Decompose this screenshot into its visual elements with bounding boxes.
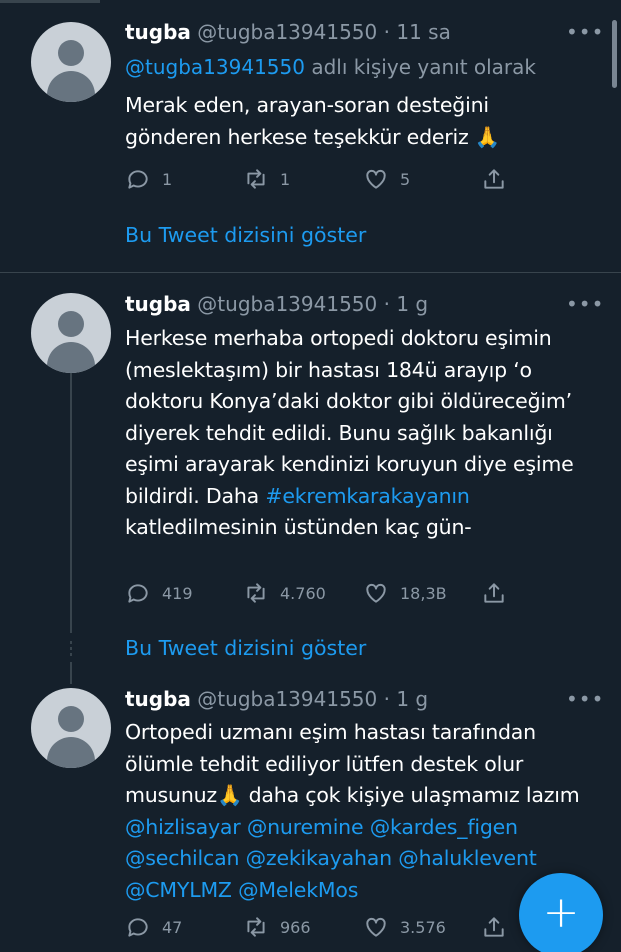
avatar[interactable] [31,22,111,102]
like-button[interactable]: 3.576 [363,912,446,942]
author-name[interactable]: tugba [125,20,191,44]
reply-count: 47 [162,917,183,937]
reply-to-handle-link[interactable]: @tugba13941550 [125,55,305,79]
like-count: 5 [400,169,411,189]
avatar[interactable] [31,688,111,768]
more-horizontal-icon[interactable]: ••• [566,20,604,44]
tweet-text-body: Herkese merhaba ortopedi doktoru eşimin … [125,326,574,508]
tweet-2[interactable]: tugba @tugba13941550 · 1 g ••• Herkese m… [0,273,621,683]
avatar-body-shape [47,71,95,102]
mention-link[interactable]: @nuremine [247,815,364,839]
avatar-head-shape [58,311,84,337]
show-thread-link[interactable]: Bu Tweet dizisini göster [125,636,366,660]
tweet-timestamp[interactable]: · 11 sa [384,20,451,44]
reply-bubble-icon [128,170,148,189]
heart-icon [366,917,386,937]
plus-icon: + [542,887,580,938]
tweet-text: Herkese merhaba ortopedi doktoru eşimin … [125,323,595,544]
tweet-text-body: katledilmesinin üstünden kaç gün- [125,515,472,539]
tweet-header: tugba @tugba13941550 · 1 g [125,292,428,316]
retweet-button[interactable]: 1 [243,164,290,194]
reply-to-suffix: adlı kişiye yanıt olarak [311,55,536,79]
show-thread-link[interactable]: Bu Tweet dizisini göster [125,223,366,247]
reply-bubble-icon [128,918,148,937]
compose-tweet-button[interactable]: + [519,873,603,952]
reply-button[interactable]: 1 [125,164,172,194]
reply-button[interactable]: 419 [125,578,193,608]
mention-link[interactable]: @zekikayahan [246,846,393,870]
tweet-actions: 1 1 5 [125,164,525,194]
reply-count: 1 [162,169,173,189]
tweet-header: tugba @tugba13941550 · 11 sa [125,20,451,44]
share-upload-icon [484,169,504,189]
author-handle[interactable]: @tugba13941550 [197,687,377,711]
like-count: 3.576 [400,917,446,937]
reply-button[interactable]: 47 [125,912,182,942]
reply-bubble-icon [128,584,148,603]
author-name[interactable]: tugba [125,687,191,711]
avatar-body-shape [47,737,95,768]
like-button[interactable]: 18,3B [363,578,447,608]
share-upload-icon [484,583,504,603]
hashtag-link[interactable]: #ekremkarakayanın [265,484,470,508]
like-button[interactable]: 5 [363,164,410,194]
tweet-actions: 419 4.760 18,3B [125,578,525,608]
like-count: 18,3B [400,583,447,603]
tweet-timestamp[interactable]: · 1 g [384,687,429,711]
retweet-arrows-icon [247,583,265,603]
mention-link[interactable]: @MelekMos [238,878,358,902]
tweet-text-line: gönderen herkese teşekkür ederiz 🙏 [125,124,501,149]
mention-link[interactable]: @sechilcan [125,846,239,870]
avatar-head-shape [58,40,84,66]
retweet-button[interactable]: 966 [243,912,311,942]
tweet-text-line: Merak eden, arayan-soran desteğini [125,93,489,117]
heart-icon [366,169,386,189]
share-button[interactable] [481,912,507,942]
replying-to-line: @tugba13941550 adlı kişiye yanıt olarak [125,55,536,79]
mention-link[interactable]: @hizlisayar [125,815,241,839]
tweet-timestamp[interactable]: · 1 g [384,292,429,316]
tweet-text-body: Ortopedi uzmanı eşim hastası tarafından … [125,720,580,807]
retweet-arrows-icon [247,169,265,189]
tweet-actions: 47 966 3.576 [125,912,525,942]
tweet-header: tugba @tugba13941550 · 1 g [125,687,428,711]
retweet-count: 4.760 [280,583,326,603]
avatar-body-shape [47,342,95,373]
author-handle[interactable]: @tugba13941550 [197,20,377,44]
share-upload-icon [484,917,504,937]
tweet-text: Ortopedi uzmanı eşim hastası tarafından … [125,717,595,906]
avatar-head-shape [58,706,84,732]
author-name[interactable]: tugba [125,292,191,316]
mention-link[interactable]: @kardes_figen [370,815,518,839]
retweet-button[interactable]: 4.760 [243,578,326,608]
avatar[interactable] [31,293,111,373]
tweet-1[interactable]: tugba @tugba13941550 · 11 sa ••• @tugba1… [0,0,621,272]
mention-link[interactable]: @haluklevent [398,846,537,870]
reply-count: 419 [162,583,193,603]
retweet-count: 966 [280,917,311,937]
share-button[interactable] [481,164,507,194]
tweet-text: Merak eden, arayan-soran desteğini gönde… [125,90,595,153]
mention-link[interactable]: @CMYLMZ [125,878,232,902]
heart-icon [366,583,386,603]
author-handle[interactable]: @tugba13941550 [197,292,377,316]
share-button[interactable] [481,578,507,608]
more-horizontal-icon[interactable]: ••• [566,292,604,316]
retweet-count: 1 [280,169,291,189]
retweet-arrows-icon [247,917,265,937]
more-horizontal-icon[interactable]: ••• [566,687,604,711]
